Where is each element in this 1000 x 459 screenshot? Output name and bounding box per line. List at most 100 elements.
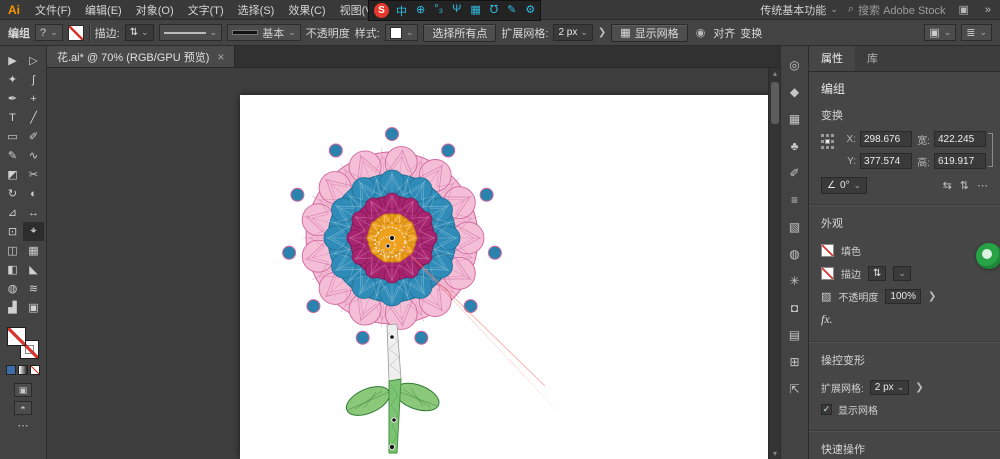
- tab-libraries[interactable]: 库: [855, 45, 890, 71]
- overlay-pencil-icon[interactable]: ✎: [507, 3, 516, 19]
- stroke-weight-dropdown[interactable]: ⌄: [893, 266, 911, 281]
- constrain-proportions-bracket[interactable]: [988, 133, 993, 167]
- flip-vertical-icon[interactable]: ⇅: [960, 179, 969, 192]
- puppet-warp-tool[interactable]: ⌖: [23, 222, 44, 241]
- selection-tool[interactable]: ▶: [2, 51, 23, 70]
- overlay-settings-icon[interactable]: ⚙: [525, 3, 535, 19]
- menubar-item[interactable]: 选择(S): [231, 0, 282, 20]
- fill-label[interactable]: 填色: [841, 243, 861, 258]
- overlay-monitor-icon[interactable]: ▦: [470, 3, 480, 19]
- stroke-label[interactable]: 描边: [841, 266, 861, 281]
- rotation-dropdown[interactable]: ∠ 0° ⌄: [821, 177, 868, 194]
- color-panel-icon[interactable]: ◆: [785, 83, 805, 101]
- opacity-label[interactable]: 不透明度: [838, 289, 878, 304]
- canvas[interactable]: ▴ ▾: [47, 68, 780, 459]
- asset-export-panel-icon[interactable]: ⇱: [785, 380, 805, 398]
- pencil-tool[interactable]: ✎: [2, 146, 23, 165]
- vertical-scrollbar[interactable]: ▴ ▾: [768, 68, 780, 459]
- stroke-weight-stepper[interactable]: ⇅: [868, 266, 887, 281]
- line-tool[interactable]: ╱: [23, 108, 44, 127]
- blend-tool[interactable]: ◍: [2, 279, 23, 298]
- mesh-tool[interactable]: ▦: [23, 241, 44, 260]
- reflect-tool[interactable]: ◐: [23, 184, 44, 203]
- select-all-points-button[interactable]: 选择所有点: [423, 23, 497, 42]
- symbol-sprayer-tool[interactable]: ≋: [23, 279, 44, 298]
- flip-horizontal-icon[interactable]: ⇆: [943, 179, 952, 192]
- symbols-panel-icon[interactable]: ♣: [785, 137, 805, 155]
- h-field[interactable]: 619.917: [934, 153, 986, 169]
- x-field[interactable]: 298.676: [860, 131, 912, 147]
- overlay-crosshair-icon[interactable]: ⊕: [416, 3, 425, 19]
- gradient-mode-button[interactable]: [18, 365, 28, 375]
- chevron-right-icon[interactable]: ❯: [928, 291, 936, 302]
- magic-wand-tool[interactable]: ✦: [2, 70, 23, 89]
- screen-mode-button[interactable]: ◓: [14, 401, 32, 415]
- brush-definition-dropdown[interactable]: 基本 ⌄: [227, 24, 301, 41]
- pen-tool[interactable]: ✒: [2, 89, 23, 108]
- menubar-item[interactable]: 文件(F): [28, 0, 78, 20]
- artboards-panel-icon[interactable]: ⊞: [785, 353, 805, 371]
- scrollbar-thumb[interactable]: [771, 82, 779, 124]
- appearance-panel-icon[interactable]: ✳: [785, 272, 805, 290]
- overlay-text-icon[interactable]: 中: [396, 3, 407, 19]
- expand-mesh-input[interactable]: 2 px ⌄: [553, 24, 593, 41]
- gradient-panel-icon[interactable]: ▧: [785, 218, 805, 236]
- stroke-color-chip[interactable]: [67, 24, 84, 41]
- align-panel-label[interactable]: 对齐: [713, 25, 735, 41]
- eyedropper-tool[interactable]: ◣: [23, 260, 44, 279]
- transform-panel-label[interactable]: 变换: [740, 25, 762, 41]
- control-panel-options[interactable]: ▣ ⌄: [924, 24, 957, 41]
- menubar-item[interactable]: 编辑(E): [78, 0, 129, 20]
- eraser-tool[interactable]: ◩: [2, 165, 23, 184]
- navigator-panel-icon[interactable]: ◎: [785, 56, 805, 74]
- rotate-tool[interactable]: ↻: [2, 184, 23, 203]
- chevron-right-icon[interactable]: ❯: [598, 27, 606, 38]
- y-field[interactable]: 377.574: [860, 153, 912, 169]
- gradient-tool[interactable]: ◧: [2, 260, 23, 279]
- close-icon[interactable]: ×: [217, 50, 224, 64]
- drawing-mode-button[interactable]: ▣: [14, 383, 32, 397]
- stroke-panel-icon[interactable]: ≡: [785, 191, 805, 209]
- scroll-up-icon[interactable]: ▴: [769, 69, 780, 78]
- stroke-color-swatch[interactable]: [821, 267, 834, 280]
- swatches-panel-icon[interactable]: ▦: [785, 110, 805, 128]
- add-anchor-point-tool[interactable]: +: [23, 89, 44, 108]
- scale-tool[interactable]: ⊿: [2, 203, 23, 222]
- show-mesh-checkbox[interactable]: ✓: [821, 403, 832, 415]
- document-tab[interactable]: 花.ai* @ 70% (RGB/GPU 预览) ×: [47, 46, 236, 67]
- overlay-steps-icon[interactable]: °₃: [434, 3, 443, 19]
- arrange-documents-icon[interactable]: ▣: [955, 3, 971, 16]
- rectangle-tool[interactable]: ▭: [2, 127, 23, 146]
- menubar-item[interactable]: 效果(C): [281, 0, 332, 20]
- none-mode-button[interactable]: [30, 365, 40, 375]
- paintbrush-tool[interactable]: ✐: [23, 127, 44, 146]
- artboard[interactable]: [240, 95, 773, 459]
- width-tool[interactable]: ↔: [23, 203, 44, 222]
- direct-selection-tool[interactable]: ▷: [23, 51, 44, 70]
- effects-button[interactable]: fx.: [821, 312, 833, 327]
- artboard-tool[interactable]: ▣: [23, 298, 44, 317]
- transform-more-icon[interactable]: ⋯: [977, 179, 988, 192]
- opacity-field[interactable]: 100%: [885, 289, 921, 304]
- toolbar-more-icon[interactable]: ⋯: [18, 419, 29, 432]
- scissors-tool[interactable]: ✂: [23, 165, 44, 184]
- recorder-logo[interactable]: S: [374, 3, 389, 18]
- expand-mesh-field[interactable]: 2 px ⌄: [869, 379, 910, 395]
- layers-panel-icon[interactable]: ▤: [785, 326, 805, 344]
- type-tool[interactable]: T: [2, 108, 23, 127]
- panel-menu[interactable]: ≣ ⌄: [961, 24, 992, 41]
- variable-width-dropdown[interactable]: ⌄: [158, 24, 223, 41]
- style-dropdown[interactable]: ⌄: [384, 24, 419, 41]
- free-transform-tool[interactable]: ⊡: [2, 222, 23, 241]
- workspace-switcher[interactable]: 传统基本功能 ⌄: [760, 2, 838, 18]
- recolor-artwork-icon[interactable]: ◉: [693, 26, 709, 39]
- fill-color-swatch[interactable]: [821, 244, 834, 257]
- graphic-styles-panel-icon[interactable]: ◘: [785, 299, 805, 317]
- panel-collapse-icon[interactable]: »: [982, 4, 994, 16]
- graph-tool[interactable]: ▟: [2, 298, 23, 317]
- w-field[interactable]: 422.245: [934, 131, 986, 147]
- fill-proxy-dropdown[interactable]: ? ⌄: [35, 24, 63, 41]
- overlay-magnet-icon[interactable]: ℧: [490, 3, 498, 19]
- app-logo[interactable]: Ai: [0, 3, 28, 17]
- fill-swatch[interactable]: [7, 327, 26, 346]
